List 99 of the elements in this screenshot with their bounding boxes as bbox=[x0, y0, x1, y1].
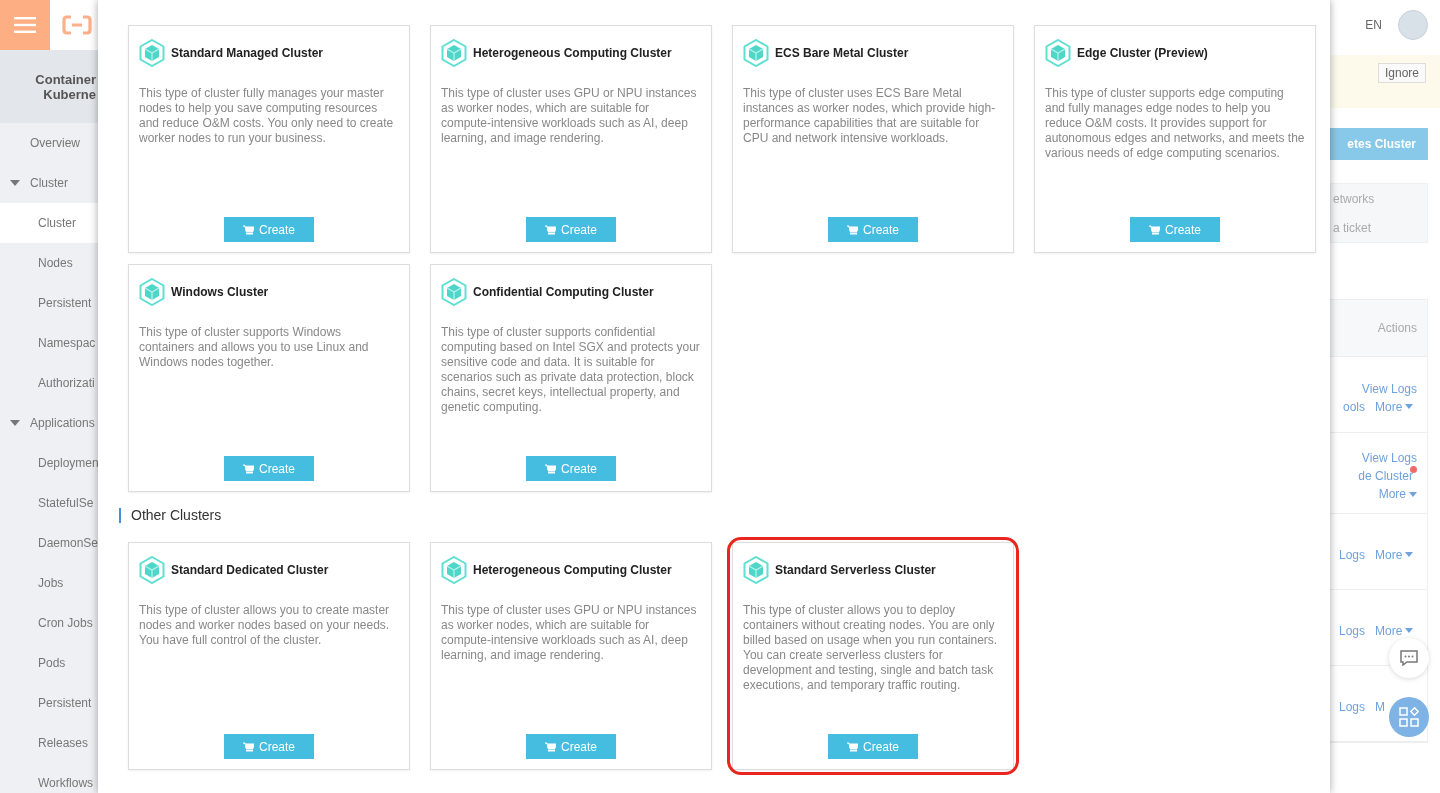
create-button[interactable]: Create bbox=[224, 734, 314, 759]
create-button[interactable]: Create bbox=[224, 217, 314, 242]
cube-icon bbox=[139, 39, 165, 67]
more-menu[interactable]: More bbox=[1378, 487, 1417, 501]
create-cluster-button[interactable]: etes Cluster bbox=[1330, 128, 1428, 160]
cart-icon bbox=[545, 463, 556, 474]
action-link[interactable]: Logs bbox=[1338, 699, 1365, 714]
caret-icon bbox=[1405, 404, 1414, 409]
create-button[interactable]: Create bbox=[828, 734, 918, 759]
cube-icon bbox=[1045, 39, 1071, 67]
caret-icon bbox=[1405, 552, 1414, 557]
sidebar-subitem[interactable]: Pods bbox=[0, 643, 98, 683]
cart-icon bbox=[545, 224, 556, 235]
sidebar-subitem[interactable]: Namespac bbox=[0, 323, 98, 363]
card-title: Confidential Computing Cluster bbox=[473, 285, 654, 299]
card-title: Standard Dedicated Cluster bbox=[171, 563, 329, 577]
sidebar-subitem[interactable]: Nodes bbox=[0, 243, 98, 283]
chat-icon bbox=[1400, 650, 1418, 666]
sidebar-item-label: Applications bbox=[30, 416, 95, 430]
chat-button[interactable] bbox=[1389, 638, 1429, 678]
action-link[interactable]: View Logs bbox=[1361, 451, 1417, 465]
cart-icon bbox=[243, 224, 254, 235]
cube-icon bbox=[743, 39, 769, 67]
card-title: Standard Managed Cluster bbox=[171, 46, 324, 60]
sidebar-subitem[interactable]: Cluster bbox=[0, 203, 98, 243]
apps-button[interactable] bbox=[1389, 697, 1429, 737]
more-menu[interactable]: More bbox=[1375, 399, 1414, 414]
help-link[interactable]: etworks bbox=[1331, 191, 1427, 206]
create-button[interactable]: Create bbox=[526, 456, 616, 481]
action-link[interactable]: de Cluster bbox=[1358, 469, 1413, 483]
action-link[interactable]: Logs bbox=[1338, 623, 1365, 638]
card-description: This type of cluster uses ECS Bare Metal instances as worker nodes, which provide high-performance capabilities that are suitable for CPU and network intensive workloads. bbox=[743, 86, 997, 147]
card-description: This type of cluster uses GPU or NPU instances as worker nodes, which are suitable for compute-intensive workloads such as AI, deep learning, and image rendering. bbox=[441, 86, 698, 147]
avatar[interactable] bbox=[1398, 10, 1428, 40]
create-button[interactable]: Create bbox=[224, 456, 314, 481]
create-button[interactable]: Create bbox=[526, 734, 616, 759]
cube-icon bbox=[139, 278, 165, 306]
help-link[interactable]: a ticket bbox=[1331, 220, 1427, 235]
card-title: Edge Cluster (Preview) bbox=[1077, 46, 1208, 60]
card-title: Heterogeneous Computing Cluster bbox=[473, 46, 672, 60]
sidebar-subitem[interactable]: Authorizati bbox=[0, 363, 98, 403]
menu-icon bbox=[14, 17, 36, 33]
create-button[interactable]: Create bbox=[526, 217, 616, 242]
sidebar-subitem[interactable]: Cron Jobs bbox=[0, 603, 98, 643]
section-title: Other Clusters bbox=[119, 508, 1300, 523]
caret-icon bbox=[1409, 491, 1417, 497]
sidebar-subitem[interactable]: Releases bbox=[0, 723, 98, 763]
action-link[interactable]: ools bbox=[1343, 399, 1365, 414]
apps-icon bbox=[1399, 707, 1419, 727]
sidebar-subitem[interactable]: StatefulSe bbox=[0, 483, 98, 523]
sidebar-subitem[interactable]: Persistent bbox=[0, 283, 98, 323]
cart-icon bbox=[1149, 224, 1160, 235]
card-description: This type of cluster uses GPU or NPU instances as worker nodes, which are suitable for compute-intensive workloads such as AI, deep learning, and image rendering. bbox=[441, 603, 698, 664]
cube-icon bbox=[441, 278, 467, 306]
create-button[interactable]: Create bbox=[1130, 217, 1220, 242]
action-link[interactable]: Logs bbox=[1338, 547, 1365, 562]
cube-icon bbox=[743, 556, 769, 584]
more-menu[interactable]: More bbox=[1375, 623, 1414, 638]
card-description: This type of cluster supports Windows containers and allows you to use Linux and Windows nodes together. bbox=[139, 325, 370, 371]
more-menu[interactable]: More bbox=[1375, 547, 1414, 562]
card-title: ECS Bare Metal Cluster bbox=[775, 46, 909, 60]
menu-button[interactable] bbox=[0, 0, 50, 50]
sidebar-item-label: Cluster bbox=[30, 176, 68, 190]
sidebar-item-label: Overview bbox=[30, 136, 80, 150]
card-description: This type of cluster allows you to deploy containers without creating nodes. You are only billed based on usage when you run containers. You can create serverless clusters for development and testing, single and batch task executions, and temporary traffic routing. bbox=[743, 603, 999, 694]
logo-icon bbox=[62, 15, 92, 35]
language-menu[interactable]: EN bbox=[1365, 18, 1382, 32]
sidebar-subitem[interactable]: Workflows bbox=[0, 763, 98, 793]
cart-icon bbox=[847, 224, 858, 235]
sidebar-subitem[interactable]: Deploymen bbox=[0, 443, 98, 483]
card-title: Heterogeneous Computing Cluster bbox=[473, 563, 672, 577]
sidebar-subitem[interactable]: Jobs bbox=[0, 563, 98, 603]
cart-icon bbox=[847, 741, 858, 752]
notification-dot bbox=[1410, 466, 1417, 473]
column-header: Actions bbox=[1330, 300, 1427, 357]
action-link[interactable]: View Logs bbox=[1361, 381, 1417, 396]
cart-icon bbox=[243, 463, 254, 474]
cube-icon bbox=[441, 39, 467, 67]
caret-icon bbox=[1405, 628, 1414, 633]
card-title: Standard Serverless Cluster bbox=[775, 563, 936, 577]
card-description: This type of cluster supports edge computing and fully manages edge nodes to help you reduce O&M costs. It provides support for autonomous edges and networks, and meets the various needs of edge computing scenarios. bbox=[1045, 86, 1305, 162]
sidebar-item[interactable]: Overview bbox=[0, 123, 98, 163]
ignore-button[interactable]: Ignore bbox=[1377, 63, 1426, 83]
action-link[interactable]: M bbox=[1375, 699, 1385, 714]
sidebar-subitem[interactable]: DaemonSe bbox=[0, 523, 98, 563]
sidebar-item[interactable]: Cluster bbox=[0, 163, 98, 203]
cart-icon bbox=[545, 741, 556, 752]
cart-icon bbox=[243, 741, 254, 752]
cube-icon bbox=[441, 556, 467, 584]
product-title: Kuberne bbox=[43, 86, 96, 102]
card-description: This type of cluster allows you to create master nodes and worker nodes based on your needs. You have full control of the cluster. bbox=[139, 603, 391, 649]
sidebar-item[interactable]: Applications bbox=[0, 403, 98, 443]
card-description: This type of cluster fully manages your master nodes to help you save computing resources and reduce O&M costs. You only need to create worker nodes to run your business. bbox=[139, 86, 395, 147]
create-button[interactable]: Create bbox=[828, 217, 918, 242]
card-title: Windows Cluster bbox=[171, 285, 269, 299]
sidebar-subitem[interactable]: Persistent bbox=[0, 683, 98, 723]
product-title: Container bbox=[35, 71, 96, 87]
cube-icon bbox=[139, 556, 165, 584]
card-description: This type of cluster supports confidential computing based on Intel SGX and protects your sensitive code and data. It is suitable for scenarios such as private data protection, block chains, secret keys, intellectual property, and genetic computing. bbox=[441, 325, 701, 416]
